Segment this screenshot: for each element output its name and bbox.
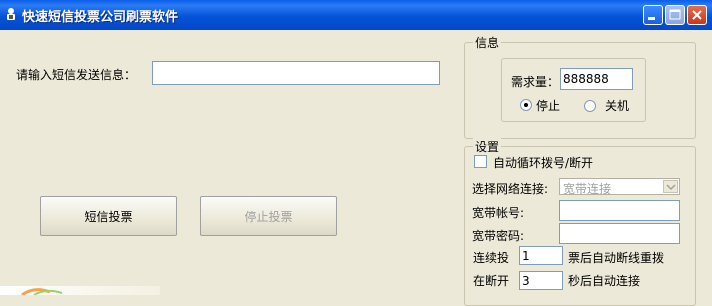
continuous-field[interactable] xyxy=(519,246,563,265)
account-input[interactable] xyxy=(560,201,679,220)
stop-radio-label[interactable]: 停止 xyxy=(536,97,560,114)
info-group-legend: 信息 xyxy=(473,34,502,51)
reconnect-field[interactable] xyxy=(519,271,563,290)
continuous-input[interactable] xyxy=(520,247,562,264)
logo-swoosh-icon xyxy=(21,288,63,295)
minimize-icon xyxy=(648,17,655,20)
auto-dial-checkbox[interactable] xyxy=(474,155,487,168)
continuous-prefix: 连续投 xyxy=(473,251,510,265)
vote-button[interactable]: 短信投票 xyxy=(40,196,177,236)
network-label: 选择网络连接: xyxy=(472,182,549,196)
bottom-left-decoration xyxy=(0,286,160,295)
window-title: 快速短信投票公司刷票软件 xyxy=(22,10,179,25)
demand-input[interactable] xyxy=(561,69,632,89)
maximize-icon xyxy=(669,9,681,20)
message-label: 请输入短信发送信息： xyxy=(16,68,137,82)
network-select-value: 宽带连接 xyxy=(563,182,612,196)
close-icon xyxy=(692,10,702,20)
minimize-button[interactable] xyxy=(643,5,663,25)
settings-group-legend: 设置 xyxy=(473,138,502,155)
stop-vote-button[interactable]: 停止投票 xyxy=(200,196,337,236)
maximize-button[interactable] xyxy=(665,5,685,25)
stop-radio[interactable] xyxy=(520,99,532,111)
title-bar[interactable]: 快速短信投票公司刷票软件 xyxy=(0,0,712,30)
continuous-suffix: 票后自动断线重拨 xyxy=(568,251,665,265)
shutdown-radio[interactable] xyxy=(584,100,596,112)
reconnect-prefix: 在断开 xyxy=(473,274,510,288)
account-label: 宽带帐号: xyxy=(472,206,525,220)
dropdown-arrow-icon[interactable] xyxy=(663,180,678,193)
close-button[interactable] xyxy=(687,5,707,25)
demand-label: 需求量： xyxy=(511,75,560,89)
password-field[interactable] xyxy=(559,223,680,244)
reconnect-suffix: 秒后自动连接 xyxy=(568,274,641,288)
reconnect-input[interactable] xyxy=(520,272,562,289)
shutdown-radio-label[interactable]: 关机 xyxy=(605,97,629,114)
password-input[interactable] xyxy=(560,224,679,243)
auto-dial-label[interactable]: 自动循环拨号/断开 xyxy=(493,154,593,171)
account-field[interactable] xyxy=(559,200,680,221)
app-icon[interactable] xyxy=(4,7,18,21)
message-field[interactable] xyxy=(152,61,440,85)
network-select[interactable]: 宽带连接 xyxy=(559,178,680,196)
demand-field[interactable] xyxy=(560,68,633,90)
message-input[interactable] xyxy=(153,62,439,84)
password-label: 宽带密码: xyxy=(472,229,525,243)
